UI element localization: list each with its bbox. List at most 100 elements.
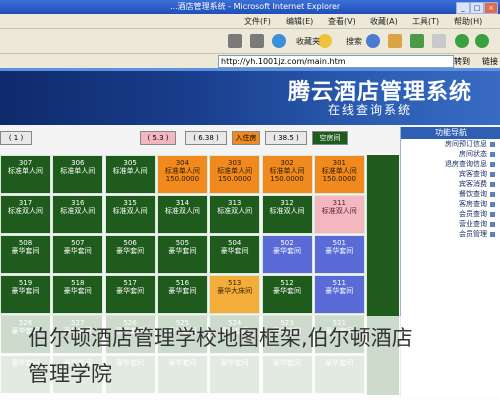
- room-tile[interactable]: 301 标准单人间 150.0000: [313, 155, 365, 194]
- menu-bar: 文件(F) 编辑(E) 查看(V) 收藏(A) 工具(T) 帮助(H): [0, 14, 500, 29]
- room-tile[interactable]: 501 豪华套间: [313, 235, 365, 274]
- caption-line-2: 管理学院: [28, 362, 112, 386]
- room-tile[interactable]: 507 豪华套间: [52, 235, 104, 274]
- sidebar-item[interactable]: 客房查询: [401, 199, 500, 209]
- sidebar-item[interactable]: 房间预订信息: [401, 139, 500, 149]
- menu-view[interactable]: 查看(V): [328, 16, 356, 27]
- sidebar-item[interactable]: 会员查询: [401, 209, 500, 219]
- favorites-icon[interactable]: [318, 34, 332, 48]
- sidebar-item[interactable]: 房间状态: [401, 149, 500, 159]
- room-tile[interactable]: 518 豪华套间: [52, 275, 104, 314]
- status-legend: ( 1 ) ( 5.3 ) ( 6.38 ) 入住房 ( 38.5 ) 空房间: [0, 129, 398, 145]
- room-number: 501: [332, 239, 346, 247]
- room-type: 标准单人间: [217, 167, 253, 175]
- forward-icon[interactable]: [455, 34, 469, 48]
- maximize-button[interactable]: □: [470, 2, 484, 14]
- room-number: 303: [228, 159, 242, 167]
- menu-tools[interactable]: 工具(T): [412, 16, 439, 27]
- room-tile[interactable]: 508 豪华套间: [0, 235, 51, 274]
- room-number: 306: [71, 159, 85, 167]
- room-tile[interactable]: 306 标准单人间: [52, 155, 104, 194]
- room-tile[interactable]: 504 豪华套间: [209, 235, 261, 274]
- go-button[interactable]: 转到: [454, 56, 470, 67]
- room-tile[interactable]: 502 豪华套间: [261, 235, 313, 274]
- favorites-label[interactable]: 收藏夹: [296, 36, 320, 47]
- room-number: 518: [71, 279, 85, 287]
- room-tile[interactable]: 513 豪华大床间: [209, 275, 261, 314]
- room-tile[interactable]: 304 标准单人间 150.0000: [156, 155, 208, 194]
- sidebar-item-label: 宾客查询: [459, 170, 487, 178]
- sidebar-item[interactable]: 营业查询: [401, 219, 500, 229]
- room-tile[interactable]: 506 豪华套间: [104, 235, 156, 274]
- room-type: 豪华套间: [63, 287, 92, 295]
- links-label[interactable]: 链接: [482, 56, 498, 67]
- room-tile[interactable]: 517 豪华套间: [104, 275, 156, 314]
- room-tile[interactable]: 511 豪华套间: [313, 275, 365, 314]
- print-icon[interactable]: [228, 34, 242, 48]
- room-tile[interactable]: 314 标准双人间: [156, 195, 208, 234]
- room-type: 豪华套间: [325, 287, 354, 295]
- sidebar-item-label: 客房查询: [459, 200, 487, 208]
- room-number: 516: [175, 279, 190, 287]
- sidebar-item[interactable]: 宾客查询: [401, 169, 500, 179]
- sidebar-item[interactable]: 餐饮查询: [401, 189, 500, 199]
- room-type: 豪华套间: [116, 247, 145, 255]
- room-tile[interactable]: 516 豪华套间: [156, 275, 208, 314]
- room-type: 标准双人间: [8, 207, 43, 215]
- status-chip: 空房间: [312, 131, 348, 145]
- menu-edit[interactable]: 编辑(E): [286, 16, 313, 27]
- room-number: 311: [332, 199, 346, 207]
- room-type: 标准单人间: [8, 167, 43, 175]
- sidebar-item[interactable]: 宾客消费: [401, 179, 500, 189]
- caption-line-1: 伯尔顿酒店管理学校地图框架,伯尔顿酒店: [28, 326, 413, 350]
- room-type: 豪华套间: [168, 287, 197, 295]
- banner-subtitle: 在线查询系统: [327, 103, 412, 117]
- minimize-button[interactable]: _: [456, 2, 470, 14]
- room-tile[interactable]: 312 标准双人间: [261, 195, 313, 234]
- search-label[interactable]: 搜索: [346, 36, 362, 47]
- room-number: 511: [332, 279, 346, 287]
- history-icon[interactable]: [272, 34, 286, 48]
- menu-file[interactable]: 文件(F): [244, 16, 271, 27]
- room-tile[interactable]: 311 标准双人间: [313, 195, 365, 234]
- sidebar-item[interactable]: 退房查询信息: [401, 159, 500, 169]
- room-tile[interactable]: 313 标准双人间: [209, 195, 261, 234]
- room-tile[interactable]: 302 标准单人间 150.0000: [261, 155, 313, 194]
- address-input[interactable]: http://yh.1001jz.com/main.htm: [218, 55, 454, 68]
- room-tile[interactable]: 303 标准单人间 150.0000: [209, 155, 261, 194]
- room-number: 508: [18, 239, 33, 247]
- search-icon[interactable]: [366, 34, 380, 48]
- room-tile[interactable]: 315 标准双人间: [104, 195, 156, 234]
- close-button[interactable]: ×: [484, 2, 498, 14]
- room-number: 507: [71, 239, 85, 247]
- stop-icon[interactable]: [432, 34, 446, 48]
- room-type: 豪华套间: [273, 247, 301, 255]
- sidebar-item[interactable]: 会员管理: [401, 229, 500, 239]
- sidebar-item-label: 退房查询信息: [445, 160, 487, 168]
- mail-icon[interactable]: [250, 34, 264, 48]
- home-icon[interactable]: [388, 34, 402, 48]
- room-tile[interactable]: 317 标准双人间: [0, 195, 51, 234]
- room-type: 标准单人间: [321, 167, 357, 175]
- room-type: 标准双人间: [112, 207, 148, 215]
- room-tile[interactable]: 316 标准双人间: [52, 195, 104, 234]
- folder-icon: [490, 191, 495, 197]
- sidebar-item-label: 房间预订信息: [445, 140, 487, 148]
- room-tile[interactable]: 307 标准单人间: [0, 155, 51, 194]
- menu-help[interactable]: 帮助(H): [454, 16, 482, 27]
- room-type: 标准单人间: [269, 167, 305, 175]
- refresh-icon[interactable]: [410, 34, 424, 48]
- folder-icon: [490, 231, 495, 237]
- room-type: 标准单人间: [164, 167, 200, 175]
- room-number: 505: [175, 239, 190, 247]
- room-tile[interactable]: 305 标准单人间: [104, 155, 156, 194]
- room-type: 豪华套间: [63, 247, 92, 255]
- room-tile[interactable]: 519 豪华套间: [0, 275, 51, 314]
- back-icon[interactable]: [475, 34, 489, 48]
- room-tile[interactable]: 512 豪华套间: [261, 275, 313, 314]
- folder-icon: [490, 161, 495, 167]
- menu-favorites[interactable]: 收藏(A): [370, 16, 398, 27]
- sidebar-item-label: 会员管理: [459, 230, 487, 238]
- folder-icon: [490, 221, 495, 227]
- room-tile[interactable]: 505 豪华套间: [156, 235, 208, 274]
